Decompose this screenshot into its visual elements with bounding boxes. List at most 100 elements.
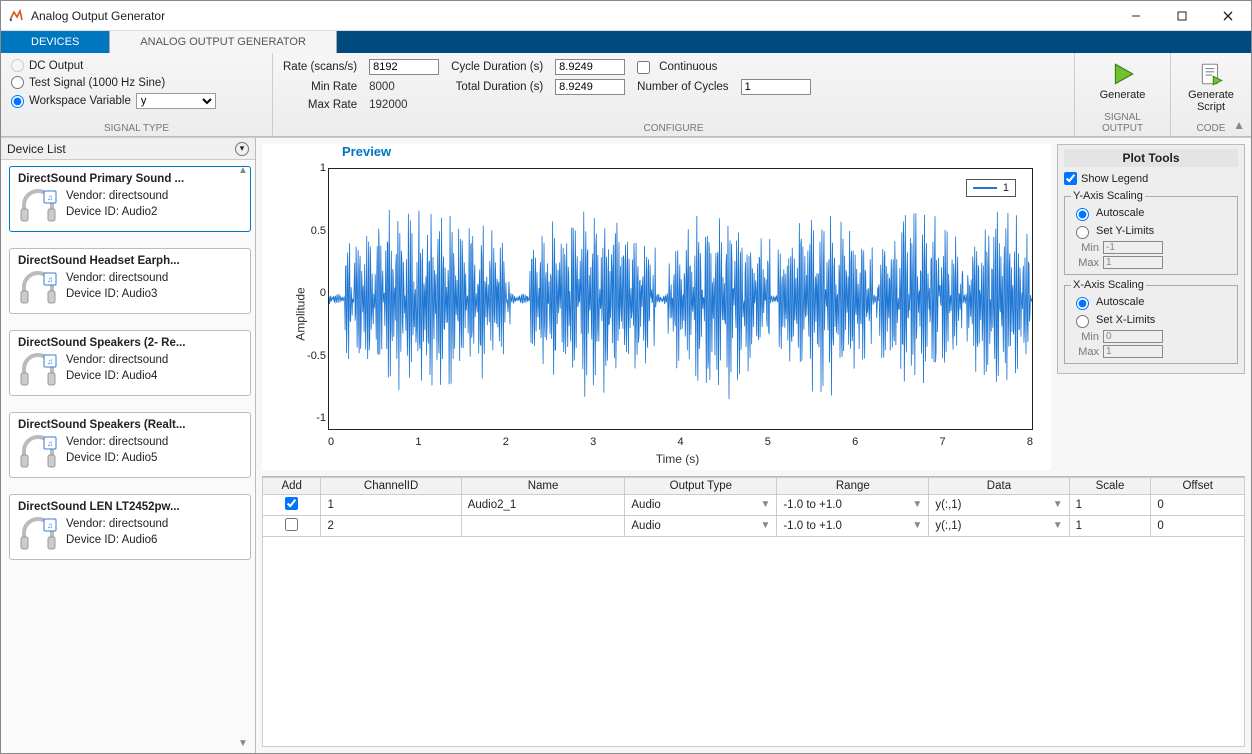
radio-test-label: Test Signal (1000 Hz Sine)	[29, 77, 165, 89]
device-info: Vendor: directsoundDevice ID: Audio5	[66, 435, 168, 466]
radio-ws-input[interactable]	[11, 95, 24, 108]
device-item[interactable]: DirectSound Speakers (2- Re...♫Vendor: d…	[9, 330, 251, 396]
svg-text:♫: ♫	[47, 439, 53, 448]
headphones-icon: ♫	[18, 271, 58, 305]
plot-tools-panel: Plot Tools Show Legend Y-Axis Scaling Au…	[1057, 144, 1245, 374]
device-name: DirectSound LEN LT2452pw...	[18, 501, 242, 513]
matlab-icon	[8, 8, 24, 24]
chevron-down-icon[interactable]: ▼	[760, 499, 770, 510]
device-list[interactable]: ▲ DirectSound Primary Sound ...♫Vendor: …	[1, 160, 255, 753]
toolstrip-collapse-icon[interactable]: ▲	[1233, 118, 1245, 132]
generate-script-button[interactable]: Generate Script	[1181, 57, 1241, 113]
device-name: DirectSound Speakers (Realt...	[18, 419, 242, 431]
minimize-button[interactable]	[1113, 1, 1159, 31]
total-duration-input[interactable]	[555, 79, 625, 95]
radio-dc-input[interactable]	[11, 59, 24, 72]
radio-workspace-variable[interactable]: Workspace Variable y	[11, 93, 216, 109]
y-axis-scaling-title: Y-Axis Scaling	[1071, 190, 1145, 202]
device-info: Vendor: directsoundDevice ID: Audio3	[66, 271, 168, 302]
continuous-checkbox-row[interactable]: Continuous	[637, 61, 717, 74]
add-checkbox[interactable]	[285, 518, 298, 531]
device-name: DirectSound Speakers (2- Re...	[18, 337, 242, 349]
show-legend-label: Show Legend	[1081, 173, 1148, 185]
generate-script-label: Generate Script	[1188, 89, 1234, 113]
channel-table[interactable]: AddChannelIDNameOutput TypeRangeDataScal…	[262, 477, 1245, 537]
chevron-down-icon[interactable]: ▼	[912, 520, 922, 531]
rate-input[interactable]	[369, 59, 439, 75]
x-axis-scaling-group: X-Axis Scaling Autoscale Set X-Limits Mi…	[1064, 279, 1238, 364]
ymin-input[interactable]	[1103, 241, 1163, 254]
device-list-panel: Device List ▾ ▲ DirectSound Primary Soun…	[1, 138, 256, 753]
device-name: DirectSound Primary Sound ...	[18, 173, 242, 185]
panel-menu-icon[interactable]: ▾	[235, 142, 249, 156]
device-item[interactable]: DirectSound Headset Earph...♫Vendor: dir…	[9, 248, 251, 314]
group-configure: Rate (scans/s) Cycle Duration (s) Contin…	[273, 53, 1075, 136]
y-setlimits-radio[interactable]: Set Y-Limits	[1071, 222, 1231, 240]
chevron-down-icon[interactable]: ▼	[1053, 520, 1063, 531]
group-signal-output: Generate SIGNAL OUTPUT	[1075, 53, 1171, 136]
x-axis-scaling-title: X-Axis Scaling	[1071, 279, 1146, 291]
continuous-label: Continuous	[659, 61, 717, 73]
group-label-code: CODE	[1181, 121, 1241, 134]
svg-text:♫: ♫	[47, 521, 53, 530]
x-setlimits-radio[interactable]: Set X-Limits	[1071, 311, 1231, 329]
group-signal-type: DC Output Test Signal (1000 Hz Sine) Wor…	[1, 53, 273, 136]
generate-button[interactable]: Generate	[1088, 57, 1158, 101]
ymax-input[interactable]	[1103, 256, 1163, 269]
legend-line-icon	[973, 187, 997, 189]
toolstrip: DC Output Test Signal (1000 Hz Sine) Wor…	[1, 53, 1251, 137]
radio-test-input[interactable]	[11, 76, 24, 89]
generate-label: Generate	[1100, 89, 1146, 101]
plot-legend[interactable]: 1	[966, 179, 1016, 197]
plot-axes[interactable]: Amplitude 10.50-0.5-1 1 01234	[312, 162, 1043, 466]
app-window: Analog Output Generator DEVICES ANALOG O…	[0, 0, 1252, 754]
y-autoscale-radio[interactable]: Autoscale	[1071, 204, 1231, 222]
minrate-value: 8000	[369, 81, 439, 93]
continuous-checkbox[interactable]	[637, 61, 650, 74]
xmax-input[interactable]	[1103, 345, 1163, 358]
minrate-label: Min Rate	[283, 81, 357, 93]
window-title: Analog Output Generator	[31, 9, 1113, 23]
y-ticks: 10.50-0.5-1	[300, 168, 326, 430]
y-axis-scaling-group: Y-Axis Scaling Autoscale Set Y-Limits Mi…	[1064, 190, 1238, 275]
device-item[interactable]: DirectSound Primary Sound ...♫Vendor: di…	[9, 166, 251, 232]
chevron-down-icon[interactable]: ▼	[760, 520, 770, 531]
radio-test-signal[interactable]: Test Signal (1000 Hz Sine)	[11, 76, 216, 89]
show-legend-checkbox-row[interactable]: Show Legend	[1064, 171, 1238, 186]
tab-devices[interactable]: DEVICES	[1, 31, 110, 53]
device-item[interactable]: DirectSound LEN LT2452pw...♫Vendor: dire…	[9, 494, 251, 560]
xmin-input[interactable]	[1103, 330, 1163, 343]
channel-table-empty	[262, 537, 1245, 747]
ncycles-input[interactable]	[741, 79, 811, 95]
add-checkbox[interactable]	[285, 497, 298, 510]
table-row[interactable]: 2Audio▼-1.0 to +1.0▼y(:,1)▼10	[263, 516, 1245, 537]
tab-analog-output-generator[interactable]: ANALOG OUTPUT GENERATOR	[110, 31, 337, 53]
x-autoscale-radio[interactable]: Autoscale	[1071, 293, 1231, 311]
radio-dc-label: DC Output	[29, 60, 83, 72]
chevron-down-icon[interactable]: ▼	[1053, 499, 1063, 510]
cycle-duration-input[interactable]	[555, 59, 625, 75]
group-label-configure: CONFIGURE	[283, 121, 1064, 134]
waveform-line	[329, 169, 1032, 429]
window-buttons	[1113, 1, 1251, 31]
headphones-icon: ♫	[18, 353, 58, 387]
group-label-signal-output: SIGNAL OUTPUT	[1085, 110, 1160, 134]
device-item[interactable]: DirectSound Speakers (Realt... ♫ Vendor: d…	[9, 412, 251, 478]
script-icon	[1198, 61, 1224, 87]
table-row[interactable]: 1Audio2_1Audio▼-1.0 to +1.0▼y(:,1)▼10	[263, 495, 1245, 516]
legend-entry-label: 1	[1003, 182, 1009, 194]
plot-panel: Preview Amplitude 10.50-0.5-1 1	[262, 144, 1051, 470]
scroll-up-icon[interactable]: ▲	[235, 162, 251, 178]
main-area: Device List ▾ ▲ DirectSound Primary Soun…	[1, 137, 1251, 753]
close-button[interactable]	[1205, 1, 1251, 31]
workspace-variable-select[interactable]: y	[136, 93, 216, 109]
maximize-button[interactable]	[1159, 1, 1205, 31]
maxrate-label: Max Rate	[283, 99, 357, 111]
radio-dc-output[interactable]: DC Output	[11, 59, 216, 72]
chevron-down-icon[interactable]: ▼	[912, 499, 922, 510]
scroll-down-icon[interactable]: ▼	[235, 735, 251, 751]
device-list-header: Device List ▾	[1, 138, 255, 160]
channel-header-row: AddChannelIDNameOutput TypeRangeDataScal…	[263, 478, 1245, 495]
show-legend-checkbox[interactable]	[1064, 172, 1077, 185]
svg-text:♫: ♫	[47, 357, 53, 366]
